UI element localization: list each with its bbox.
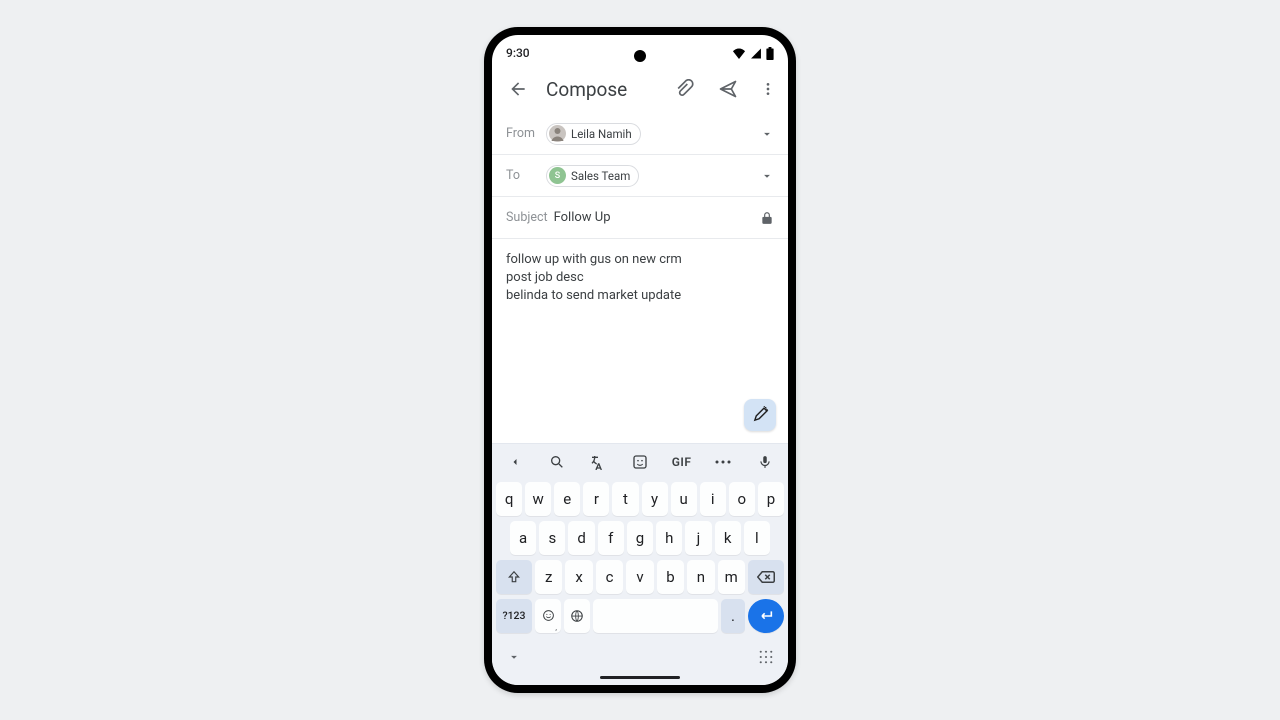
- key-w[interactable]: w: [525, 482, 551, 516]
- key-z[interactable]: z: [535, 560, 562, 594]
- kbd-grid-icon[interactable]: [754, 650, 778, 664]
- kbd-mic-icon[interactable]: [748, 448, 782, 476]
- key-globe[interactable]: [564, 599, 590, 633]
- back-button[interactable]: [502, 73, 534, 105]
- phone-frame: 9:30 Compose: [484, 27, 796, 693]
- wifi-icon: [732, 48, 746, 59]
- key-e[interactable]: e: [554, 482, 580, 516]
- key-v[interactable]: v: [626, 560, 653, 594]
- key-enter[interactable]: [748, 599, 784, 633]
- kbd-translate-icon[interactable]: [581, 448, 615, 476]
- compose-app-bar: Compose: [492, 65, 788, 113]
- key-p[interactable]: p: [758, 482, 784, 516]
- key-f[interactable]: f: [598, 521, 624, 555]
- key-backspace[interactable]: [748, 560, 784, 594]
- key-k[interactable]: k: [715, 521, 741, 555]
- key-r[interactable]: r: [583, 482, 609, 516]
- app-title: Compose: [546, 78, 627, 101]
- kbd-more-icon[interactable]: [706, 448, 740, 476]
- key-t[interactable]: t: [612, 482, 638, 516]
- to-chip[interactable]: S Sales Team: [546, 165, 639, 187]
- status-time: 9:30: [506, 46, 530, 60]
- phone-screen: 9:30 Compose: [492, 35, 788, 685]
- key-c[interactable]: c: [596, 560, 623, 594]
- key-u[interactable]: u: [671, 482, 697, 516]
- keyboard: GIF q w e r t y u i o p a: [492, 443, 788, 686]
- key-l[interactable]: l: [744, 521, 770, 555]
- key-emoji[interactable]: ,: [535, 599, 561, 633]
- to-name: Sales Team: [571, 169, 630, 183]
- key-shift[interactable]: [496, 560, 532, 594]
- from-name: Leila Namih: [571, 127, 632, 141]
- keyboard-toolbar: GIF: [492, 444, 788, 480]
- key-period[interactable]: .: [721, 599, 745, 633]
- to-chevron-down-icon[interactable]: [760, 169, 774, 183]
- from-chip[interactable]: Leila Namih: [546, 123, 641, 145]
- subject-label: Subject: [506, 210, 548, 225]
- key-a[interactable]: a: [510, 521, 536, 555]
- kbd-row-1: q w e r t y u i o p: [496, 482, 784, 516]
- body-line: post job desc: [506, 269, 774, 287]
- key-g[interactable]: g: [627, 521, 653, 555]
- front-camera: [634, 50, 646, 62]
- send-button[interactable]: [712, 73, 744, 105]
- kbd-sticker-icon[interactable]: [623, 448, 657, 476]
- body-line: follow up with gus on new crm: [506, 251, 774, 269]
- attach-button[interactable]: [668, 73, 700, 105]
- key-b[interactable]: b: [657, 560, 684, 594]
- kbd-row-4: ?123 , .: [496, 599, 784, 633]
- to-field[interactable]: To S Sales Team: [492, 155, 788, 197]
- key-n[interactable]: n: [687, 560, 714, 594]
- key-x[interactable]: x: [565, 560, 592, 594]
- more-button[interactable]: [756, 73, 780, 105]
- key-o[interactable]: o: [729, 482, 755, 516]
- key-h[interactable]: h: [656, 521, 682, 555]
- kbd-row-3: z x c v b n m: [496, 560, 784, 594]
- kbd-collapse-icon[interactable]: [502, 650, 526, 664]
- from-field[interactable]: From Leila Namih: [492, 113, 788, 155]
- kbd-back-icon[interactable]: [498, 448, 532, 476]
- kbd-row-2: a s d f g h j k l: [496, 521, 784, 555]
- key-i[interactable]: i: [700, 482, 726, 516]
- key-d[interactable]: d: [568, 521, 594, 555]
- gesture-nav-pill[interactable]: [600, 676, 680, 680]
- key-space[interactable]: [593, 599, 718, 633]
- key-s[interactable]: s: [539, 521, 565, 555]
- compose-body[interactable]: follow up with gus on new crm post job d…: [492, 239, 788, 443]
- subject-field[interactable]: Subject Follow Up: [492, 197, 788, 239]
- key-q[interactable]: q: [496, 482, 522, 516]
- kbd-gif-button[interactable]: GIF: [665, 448, 699, 476]
- key-y[interactable]: y: [642, 482, 668, 516]
- kbd-search-icon[interactable]: [540, 448, 574, 476]
- to-label: To: [506, 168, 546, 183]
- key-symbols[interactable]: ?123: [496, 599, 532, 633]
- key-j[interactable]: j: [685, 521, 711, 555]
- keyboard-bottom-bar: [492, 642, 788, 676]
- to-avatar: S: [549, 167, 566, 184]
- subject-value: Follow Up: [554, 210, 611, 225]
- from-label: From: [506, 126, 546, 141]
- key-m[interactable]: m: [718, 560, 745, 594]
- from-chevron-down-icon[interactable]: [760, 127, 774, 141]
- battery-icon: [766, 47, 774, 60]
- body-line: belinda to send market update: [506, 287, 774, 305]
- lock-icon: [760, 211, 774, 225]
- ai-write-fab[interactable]: [744, 399, 776, 431]
- from-avatar: [549, 125, 566, 142]
- cell-signal-icon: [750, 48, 762, 59]
